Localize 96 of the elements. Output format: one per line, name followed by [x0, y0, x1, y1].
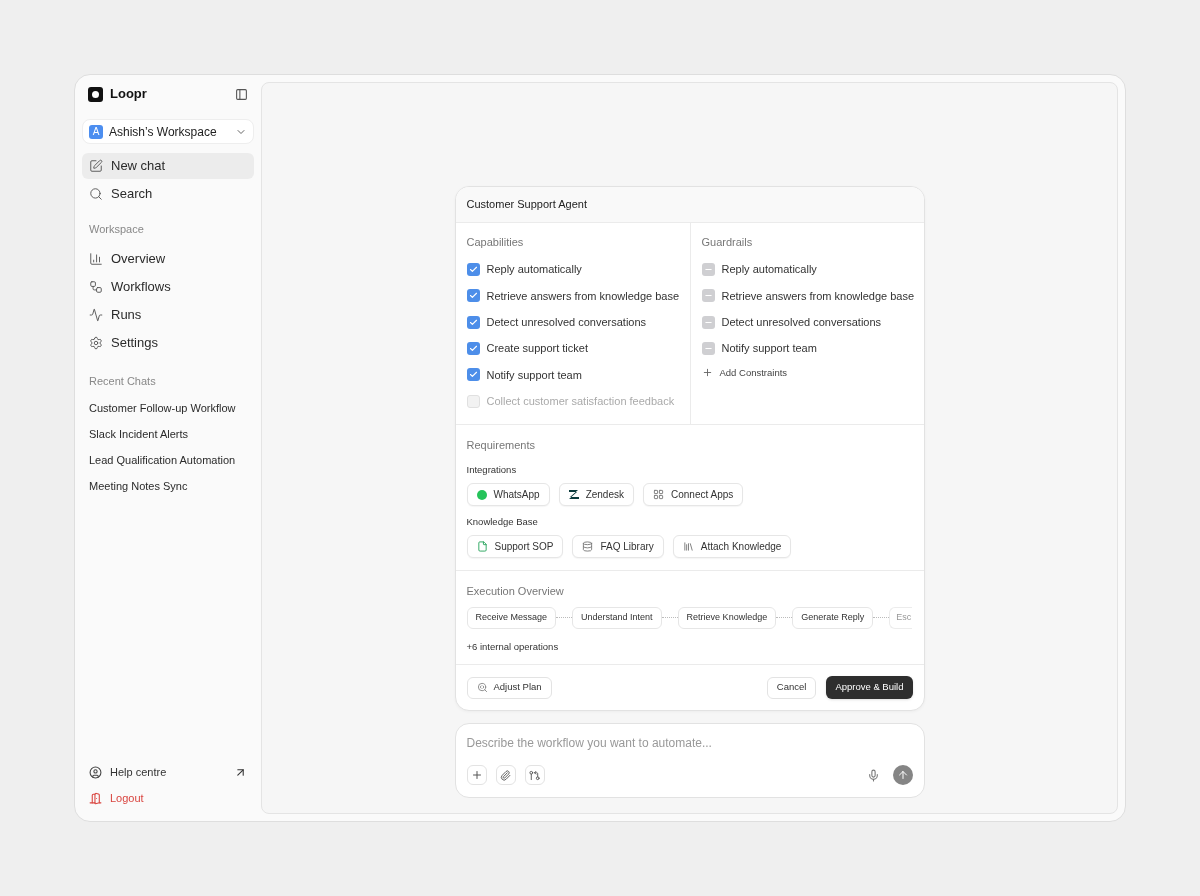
requirement-chip[interactable]: FAQ Library	[572, 535, 664, 559]
checkbox[interactable]	[701, 289, 715, 303]
nav-item[interactable]: Runs	[82, 301, 254, 328]
check-icon	[468, 344, 478, 354]
settings-icon	[89, 335, 103, 350]
card-title: Customer Support Agent	[466, 197, 587, 213]
attach-button[interactable]	[495, 765, 516, 786]
check-icon	[468, 370, 478, 380]
checkbox-label: Detect unresolved conversations	[721, 315, 882, 330]
checkbox-label: Notify support team	[721, 341, 817, 357]
document-icon	[476, 541, 488, 553]
check-icon	[468, 317, 478, 327]
cancel-button[interactable]: Cancel	[766, 676, 817, 699]
approve-button[interactable]: Approve & Build	[826, 676, 913, 700]
checkbox-label: Retrieve answers from knowledge base	[721, 288, 915, 304]
arrow-up-icon	[896, 769, 909, 782]
checkbox-label: Reply automatically	[721, 262, 817, 278]
nav-item[interactable]: New chat	[82, 153, 254, 179]
step-chip: Receive Message	[466, 606, 557, 629]
checkbox-label: Notify support team	[486, 367, 582, 383]
chart-icon	[89, 251, 103, 266]
section-title: Guardrails	[701, 235, 754, 250]
checkbox[interactable]	[466, 342, 480, 356]
section-title: Requirements	[466, 438, 536, 454]
checkbox[interactable]	[466, 289, 480, 303]
send-button[interactable]	[892, 765, 913, 786]
paperclip-icon	[500, 769, 511, 781]
checkbox-label: Detect unresolved conversations	[486, 315, 647, 330]
prompt-field[interactable]: Describe the workflow you want to automate...	[466, 734, 913, 753]
pulse-icon	[89, 307, 103, 322]
door-icon	[89, 791, 102, 805]
requirement-chip[interactable]: Connect Apps	[643, 483, 744, 507]
recent-chat-link[interactable]: Meeting Notes Sync	[89, 476, 247, 496]
search-icon	[476, 682, 488, 694]
checkbox-label: Collect customer satisfaction feedback	[486, 393, 675, 409]
nav-item[interactable]: Overview	[82, 245, 254, 272]
logout-link[interactable]: Logout	[82, 788, 254, 808]
check-icon	[468, 265, 478, 275]
checkbox[interactable]	[701, 263, 715, 277]
step-chip: Esc	[889, 606, 913, 629]
workspace-selector[interactable]: A Ashish’s Workspace	[82, 119, 254, 144]
help-link[interactable]: Help centre	[82, 762, 254, 782]
nav-item[interactable]: Settings	[82, 329, 254, 356]
checkbox[interactable]	[466, 368, 480, 382]
group-title: Knowledge Base	[466, 515, 539, 530]
edit-icon	[89, 159, 103, 173]
checkbox-label: Retrieve answers from knowledge base	[486, 288, 680, 304]
checkbox[interactable]	[466, 315, 480, 329]
operations-count: +6 internal operations	[466, 639, 560, 654]
branch-icon	[529, 769, 540, 781]
checkbox-label: Create support ticket	[486, 341, 588, 357]
requirement-chip[interactable]: Support SOP	[466, 535, 564, 559]
checkbox-label: Reply automatically	[486, 262, 582, 278]
workflow-icon	[89, 279, 103, 294]
stack-icon	[682, 541, 694, 553]
requirement-chip[interactable]: Attach Knowledge	[672, 535, 792, 559]
group-title: Integrations	[466, 462, 518, 477]
sidebar-toggle-icon[interactable]	[235, 87, 248, 101]
connector-line	[873, 617, 890, 619]
step-chip: Retrieve Knowledge	[677, 606, 777, 629]
nav-item[interactable]: Workflows	[82, 273, 254, 300]
search-icon	[89, 187, 103, 201]
recent-chat-link[interactable]: Slack Incident Alerts	[89, 424, 247, 444]
requirement-chip[interactable]: WhatsApp	[466, 483, 550, 507]
workflow-button[interactable]	[524, 765, 545, 786]
section-title: Workspace	[88, 222, 145, 237]
connector-line	[776, 617, 793, 619]
section-title: Execution Overview	[466, 584, 565, 600]
logo-icon	[88, 86, 103, 102]
section-title: Recent Chats	[88, 373, 157, 389]
add-constraints-button[interactable]: Add Constraints	[701, 361, 788, 384]
checkbox[interactable]	[701, 342, 715, 356]
plus-icon	[470, 769, 483, 782]
microphone-icon[interactable]	[866, 768, 880, 782]
plus-icon	[701, 367, 713, 379]
connector-line	[661, 617, 678, 619]
step-chip: Generate Reply	[792, 606, 874, 629]
recent-chat-link[interactable]: Lead Qualification Automation	[89, 450, 247, 470]
check-icon	[468, 291, 478, 301]
brand-name: Loopr	[110, 85, 147, 104]
requirement-chip[interactable]: Zendesk	[558, 483, 634, 507]
adjust-plan-button[interactable]: Adjust Plan	[466, 676, 552, 699]
user-circle-icon	[89, 765, 102, 779]
checkbox[interactable]	[466, 263, 480, 277]
checkbox[interactable]	[701, 315, 715, 329]
section-title: Capabilities	[466, 235, 525, 250]
workspace-name: Ashish’s Workspace	[109, 123, 218, 141]
workspace-avatar: A	[89, 124, 103, 139]
database-icon	[582, 541, 594, 553]
connector-line	[556, 617, 573, 619]
zigzag-icon	[568, 490, 579, 500]
plus-button[interactable]	[466, 765, 487, 786]
grid-icon	[653, 489, 664, 501]
nav-item[interactable]: Search	[82, 181, 254, 207]
step-chip: Understand Intent	[572, 606, 662, 629]
recent-chat-link[interactable]: Customer Follow-up Workflow	[89, 398, 247, 418]
